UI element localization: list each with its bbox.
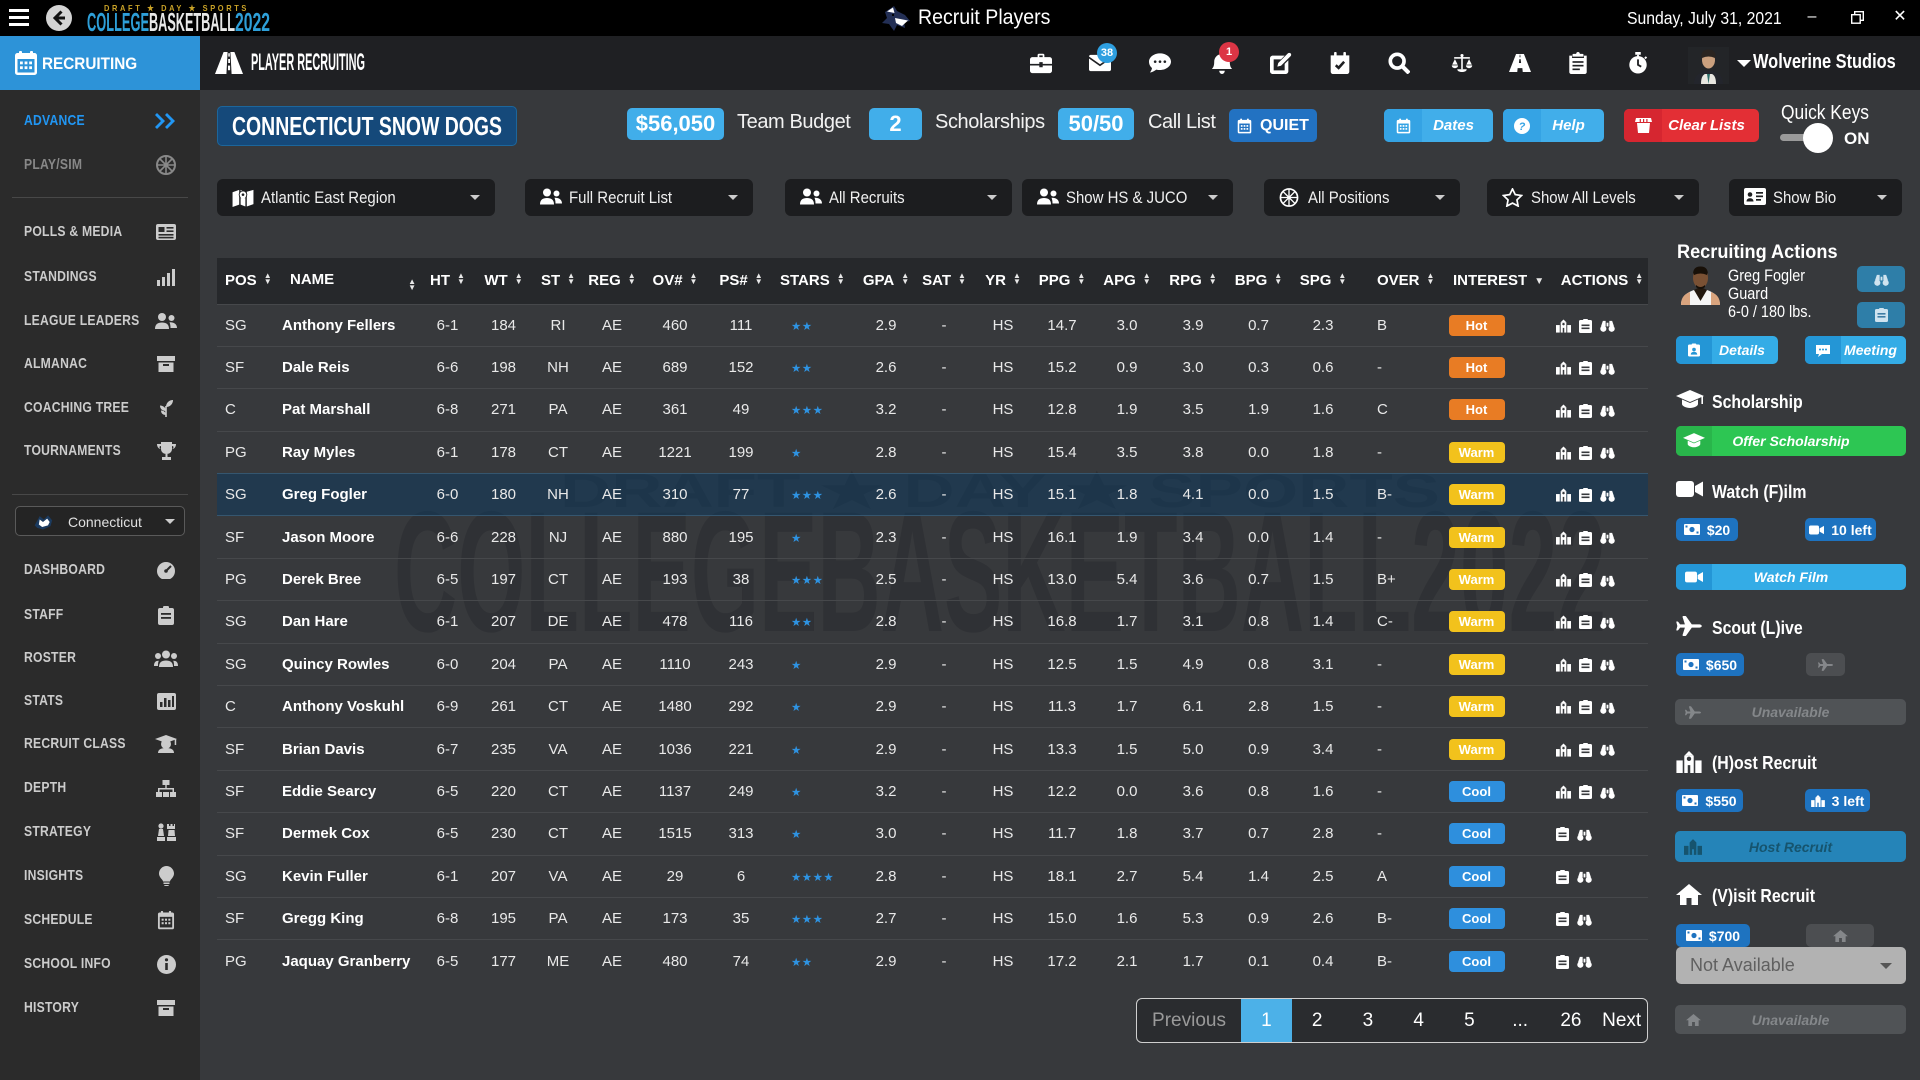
svg-text:COLLEGE: COLLEGE	[87, 7, 149, 36]
svg-text:PLAYER RECRUITING: PLAYER RECRUITING	[251, 49, 365, 76]
svg-text:?: ?	[1519, 121, 1526, 133]
svg-text:BASKETBALL: BASKETBALL	[149, 7, 235, 36]
svg-text:2022: 2022	[235, 7, 270, 36]
svg-text:CONNECTICUT SNOW DOGS: CONNECTICUT SNOW DOGS	[232, 111, 502, 141]
